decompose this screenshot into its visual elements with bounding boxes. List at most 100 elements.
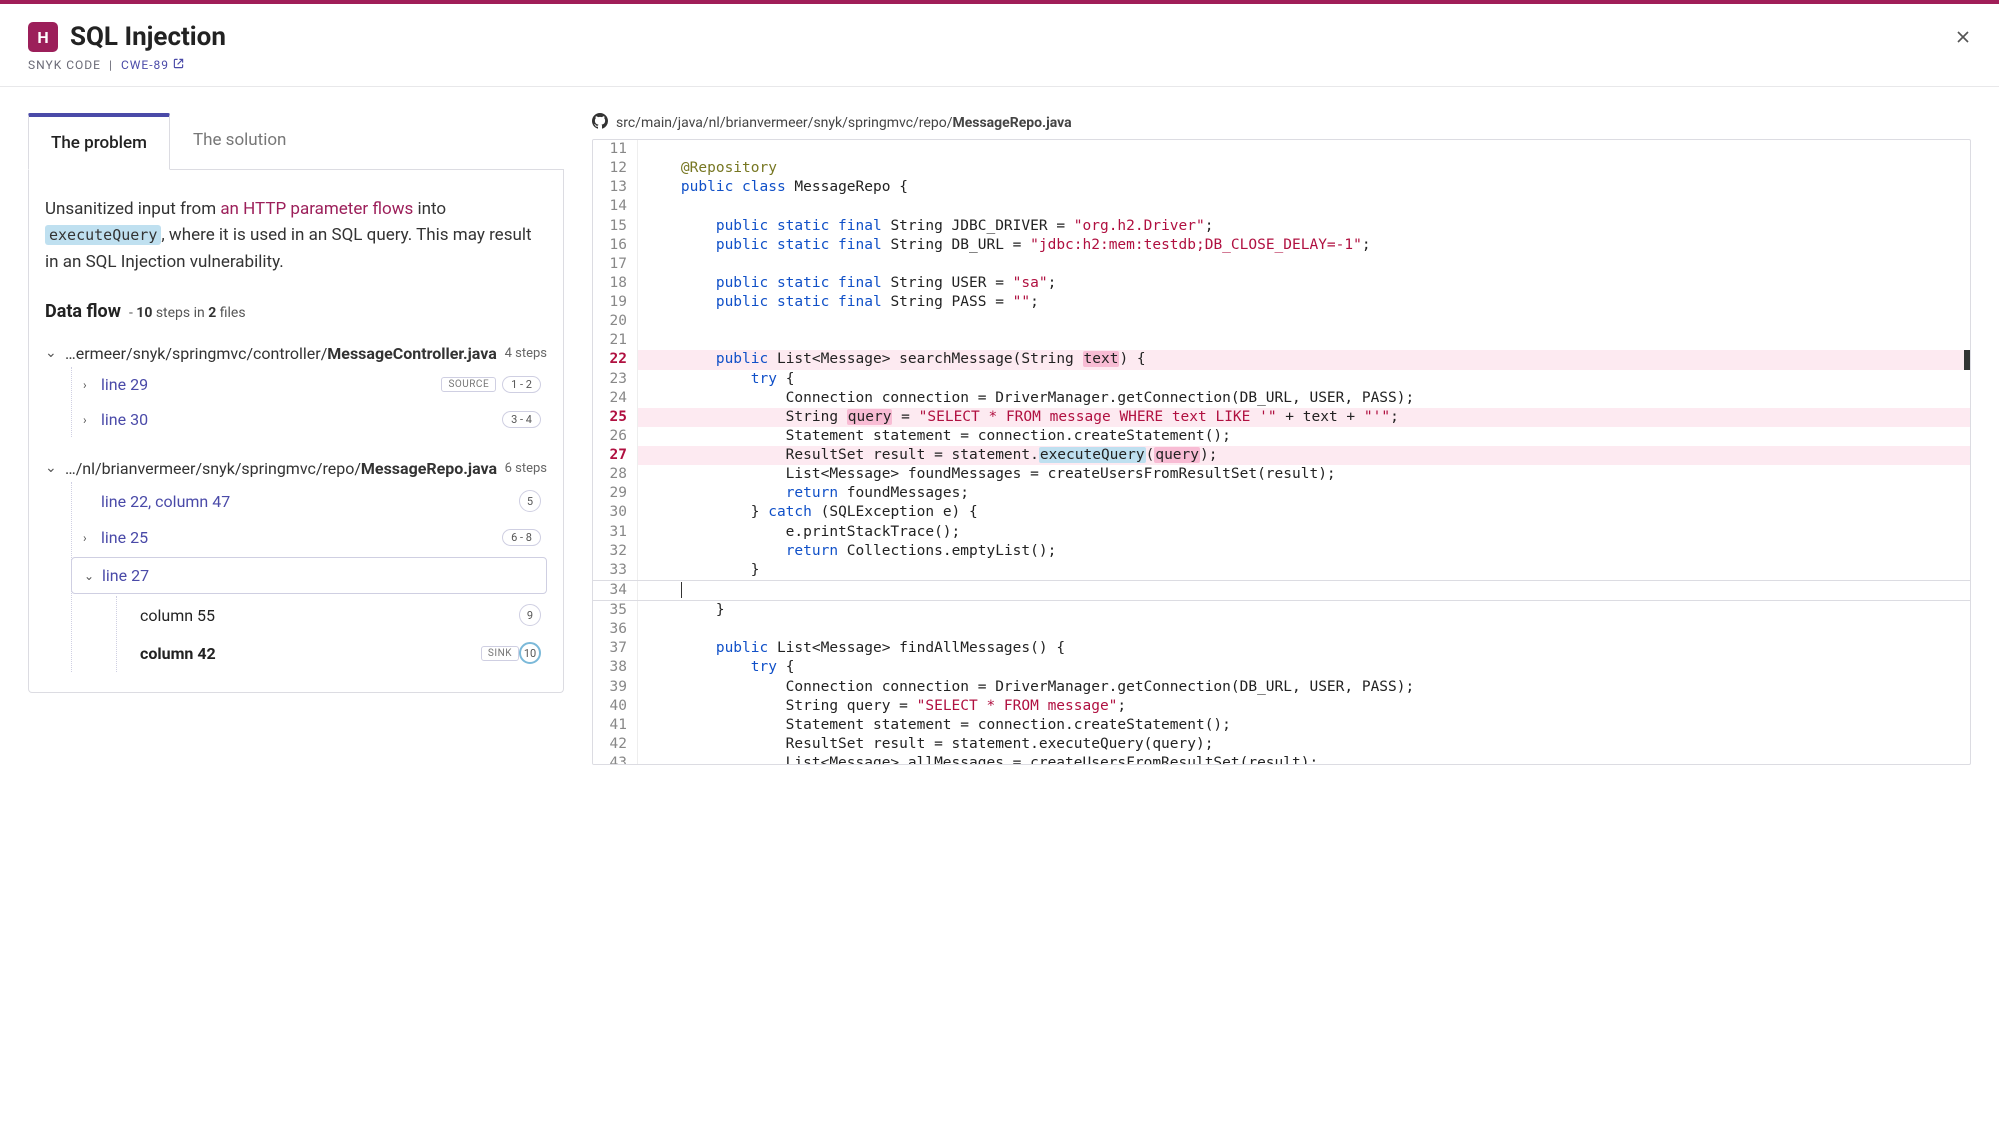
- line-number: 31: [593, 523, 637, 542]
- code-line: 21: [593, 331, 1970, 350]
- flow-step-num: 9: [519, 604, 541, 626]
- close-icon: [1953, 27, 1973, 53]
- line-number: 19: [593, 293, 637, 312]
- flow-step[interactable]: line 22, column 475: [71, 482, 547, 520]
- code-line: 41 Statement statement = connection.crea…: [593, 716, 1970, 735]
- line-number: 28: [593, 465, 637, 484]
- code-line: 32 return Collections.emptyList();: [593, 542, 1970, 561]
- line-number: 20: [593, 312, 637, 331]
- code-line: 38 try {: [593, 658, 1970, 677]
- line-number: 36: [593, 620, 637, 639]
- code-line: 25 String query = "SELECT * FROM message…: [593, 408, 1970, 427]
- code-line: 37 public List<Message> findAllMessages(…: [593, 639, 1970, 658]
- severity-badge: H: [28, 22, 58, 52]
- code-line: 14: [593, 197, 1970, 216]
- code-line: 33 }: [593, 561, 1970, 580]
- code-line: 35 }: [593, 601, 1970, 620]
- line-number: 11: [593, 140, 637, 159]
- flow-badge: SOURCE: [441, 377, 496, 392]
- code-line: 23 try {: [593, 370, 1970, 389]
- flow-step-range: 1 - 2: [502, 376, 541, 393]
- chevron-icon: ›: [83, 413, 97, 427]
- external-link-icon: [173, 58, 184, 72]
- flow-step[interactable]: › line 29SOURCE1 - 2: [71, 367, 547, 402]
- line-number: 34: [593, 581, 637, 600]
- code-line: 16 public static final String DB_URL = "…: [593, 236, 1970, 255]
- close-button[interactable]: [1949, 26, 1977, 54]
- flow-substep[interactable]: column 559: [116, 596, 547, 634]
- source-link[interactable]: an HTTP parameter flows: [220, 199, 413, 219]
- code-line: 34: [593, 580, 1970, 601]
- code-line: 29 return foundMessages;: [593, 484, 1970, 503]
- line-number: 29: [593, 484, 637, 503]
- flow-step-label: line 27: [102, 566, 540, 585]
- tab-problem[interactable]: The problem: [28, 113, 170, 170]
- code-line: 26 Statement statement = connection.crea…: [593, 427, 1970, 446]
- problem-panel: Unsanitized input from an HTTP parameter…: [28, 170, 564, 693]
- flow-step-num: 5: [519, 490, 541, 512]
- header: H SQL Injection SNYK CODE | CWE-89: [0, 4, 1999, 87]
- flow-step[interactable]: ⌄ line 27: [71, 557, 547, 594]
- tab-solution[interactable]: The solution: [170, 113, 310, 169]
- code-line: 19 public static final String PASS = "";: [593, 293, 1970, 312]
- code-line: 11: [593, 140, 1970, 159]
- line-number: 38: [593, 658, 637, 677]
- code-line: 22 public List<Message> searchMessage(St…: [593, 350, 1970, 369]
- line-number: 43: [593, 754, 637, 764]
- flow-step-label: line 30: [101, 410, 496, 429]
- chevron-icon: ⌄: [84, 569, 98, 583]
- line-number: 16: [593, 236, 637, 255]
- code-line: 15 public static final String JDBC_DRIVE…: [593, 217, 1970, 236]
- page-title: SQL Injection: [70, 22, 226, 52]
- file-path: …ermeer/snyk/springmvc/controller/Messag…: [65, 344, 499, 363]
- line-number: 37: [593, 639, 637, 658]
- chevron-down-icon: ⌄: [45, 345, 59, 361]
- code-line: 13 public class MessageRepo {: [593, 178, 1970, 197]
- file-path: …/nl/brianvermeer/snyk/springmvc/repo/Me…: [65, 459, 499, 478]
- line-number: 35: [593, 601, 637, 620]
- chevron-icon: ›: [83, 531, 97, 545]
- line-number: 42: [593, 735, 637, 754]
- code-line: 17: [593, 255, 1970, 274]
- line-number: 22: [593, 350, 637, 369]
- line-number: 27: [593, 446, 637, 465]
- line-number: 12: [593, 159, 637, 178]
- code-line: 20: [593, 312, 1970, 331]
- code-panel[interactable]: 1112 @Repository13 public class MessageR…: [592, 139, 1971, 765]
- code-line: 24 Connection connection = DriverManager…: [593, 389, 1970, 408]
- file-steps: 4 steps: [505, 346, 547, 361]
- line-number: 24: [593, 389, 637, 408]
- flow-step-range: 6 - 8: [502, 529, 541, 546]
- line-number: 13: [593, 178, 637, 197]
- line-number: 18: [593, 274, 637, 293]
- file-steps: 6 steps: [505, 461, 547, 476]
- code-line: 31 e.printStackTrace();: [593, 523, 1970, 542]
- flow-step[interactable]: › line 30 3 - 4: [71, 402, 547, 437]
- flow-step-num: 10: [519, 642, 541, 664]
- line-number: 33: [593, 561, 637, 580]
- line-number: 32: [593, 542, 637, 561]
- dataflow-title: Data flow: [45, 301, 121, 322]
- tabs: The problem The solution: [28, 113, 564, 170]
- code-line: 18 public static final String USER = "sa…: [593, 274, 1970, 293]
- code-line: 27 ResultSet result = statement.executeQ…: [593, 446, 1970, 465]
- line-number: 26: [593, 427, 637, 446]
- line-number: 14: [593, 197, 637, 216]
- code-line: 28 List<Message> foundMessages = createU…: [593, 465, 1970, 484]
- source-label: SNYK CODE: [28, 58, 101, 72]
- chevron-down-icon: ⌄: [45, 460, 59, 476]
- flow-substep[interactable]: column 42SINK10: [116, 634, 547, 672]
- line-number: 41: [593, 716, 637, 735]
- code-line: 12 @Repository: [593, 159, 1970, 178]
- line-number: 39: [593, 678, 637, 697]
- flow-step-label: line 25: [101, 528, 496, 547]
- flow-step-range: 3 - 4: [502, 411, 541, 428]
- flow-badge: SINK: [481, 646, 519, 661]
- cwe-link[interactable]: CWE-89: [121, 58, 184, 72]
- code-line: 40 String query = "SELECT * FROM message…: [593, 697, 1970, 716]
- file-group-header[interactable]: ⌄ …ermeer/snyk/springmvc/controller/Mess…: [45, 344, 547, 363]
- file-group-header[interactable]: ⌄ …/nl/brianvermeer/snyk/springmvc/repo/…: [45, 459, 547, 478]
- flow-step[interactable]: › line 25 6 - 8: [71, 520, 547, 555]
- line-number: 15: [593, 217, 637, 236]
- github-icon: [592, 113, 608, 133]
